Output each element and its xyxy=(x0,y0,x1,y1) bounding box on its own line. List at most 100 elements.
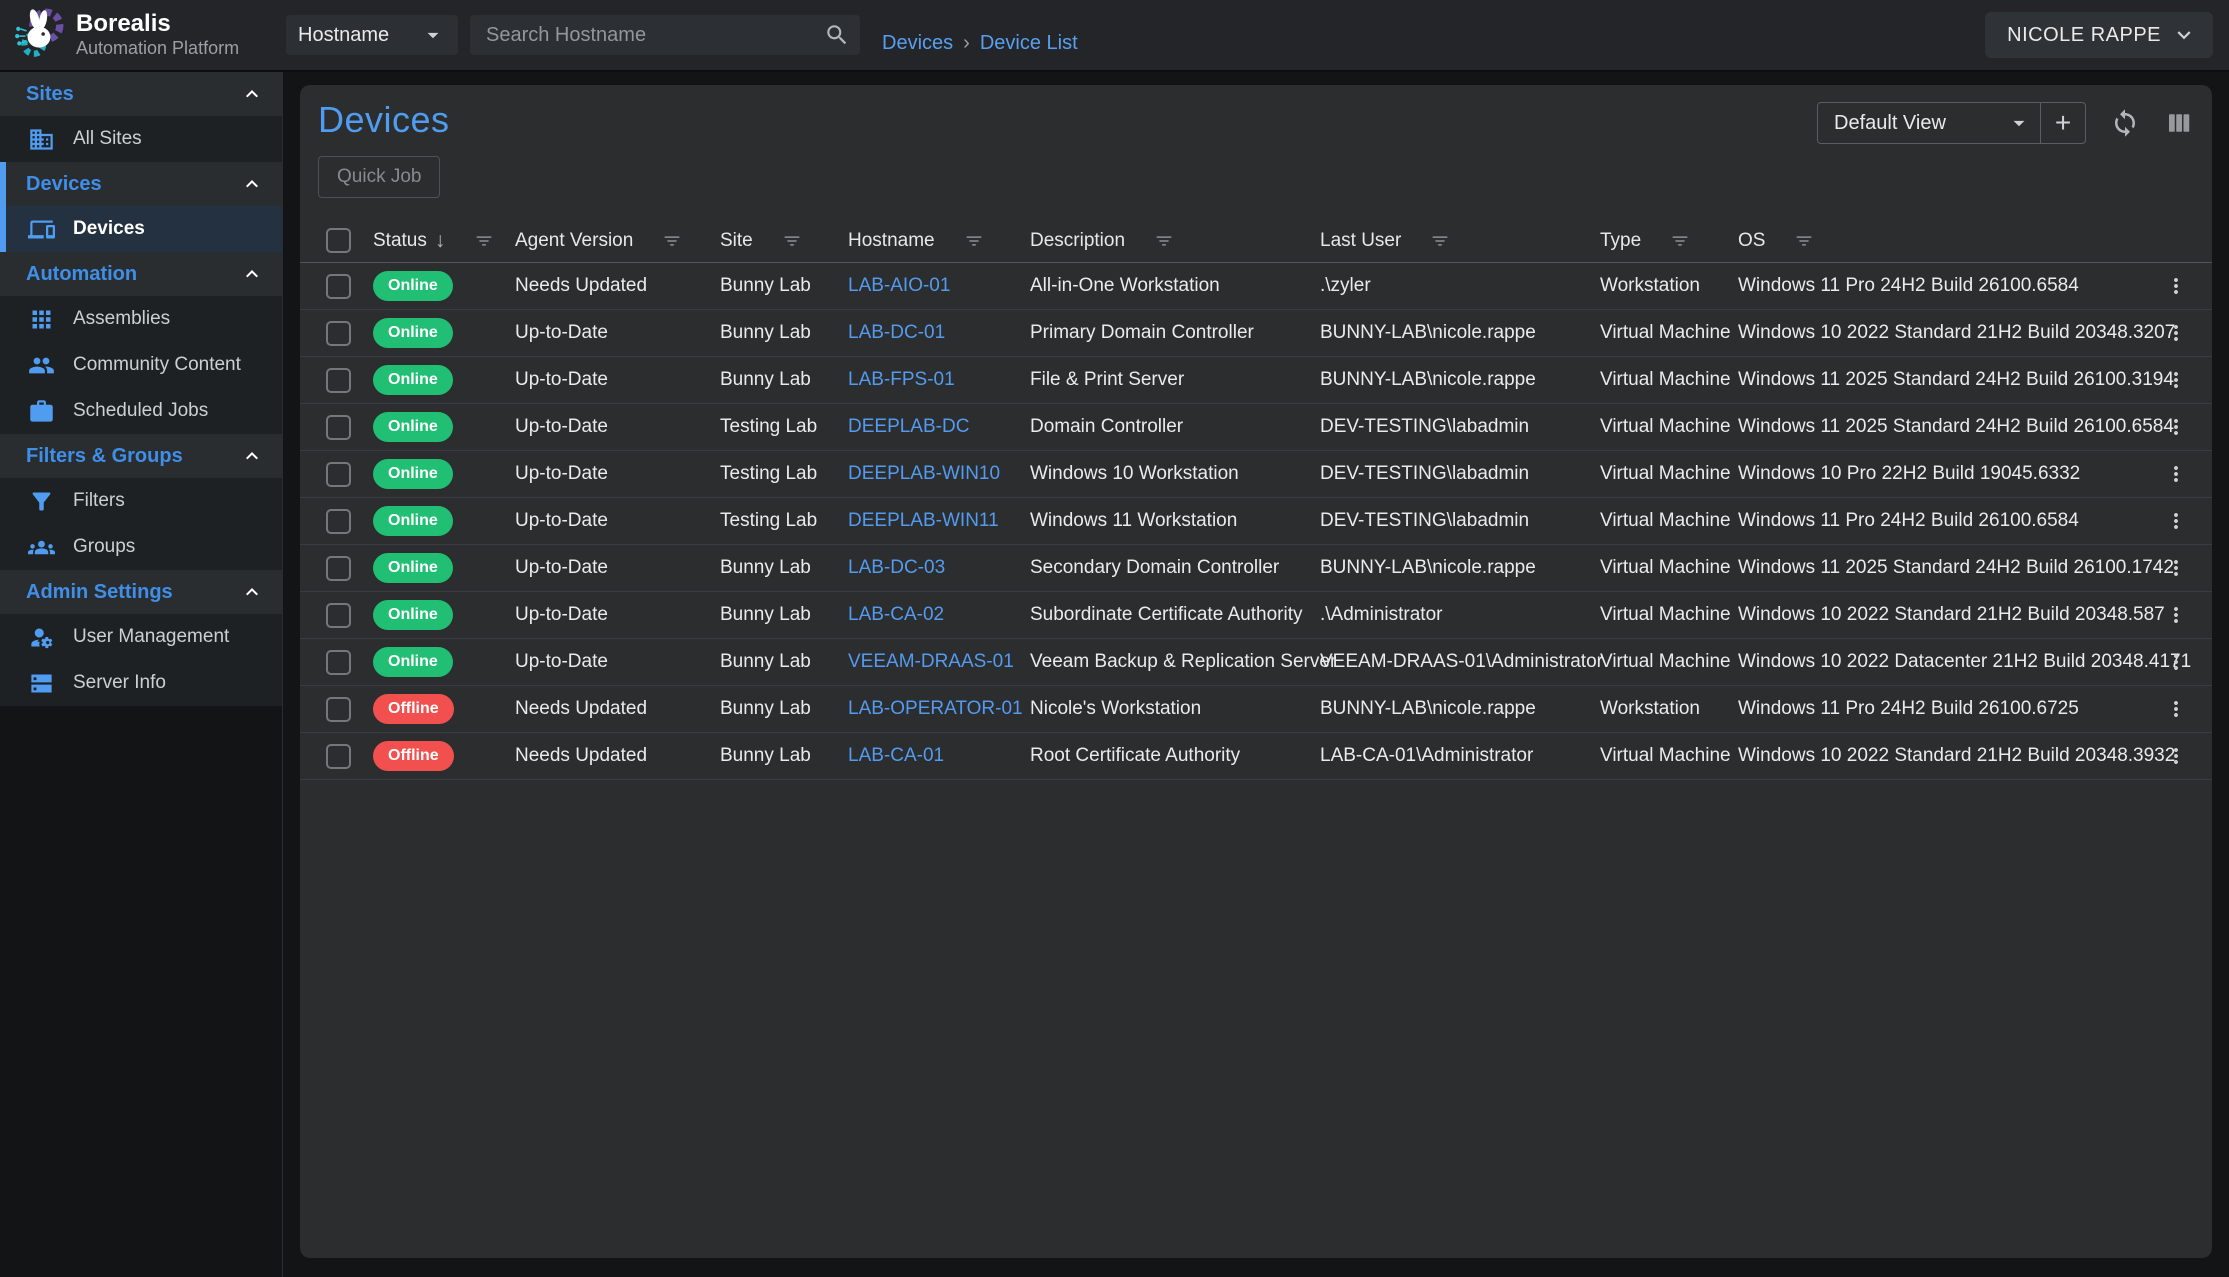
brand-title: Borealis xyxy=(76,11,239,37)
hostname-link[interactable]: DEEPLAB-DC xyxy=(848,416,969,437)
sidebar-section-filters-groups[interactable]: Filters & Groups xyxy=(0,434,282,478)
column-header-site[interactable]: Site xyxy=(720,230,848,252)
table-row[interactable]: OnlineNeeds UpdatedBunny LabLAB-AIO-01Al… xyxy=(300,263,2212,310)
row-checkbox[interactable] xyxy=(326,744,351,769)
type-cell: Virtual Machine xyxy=(1600,604,1738,626)
add-view-button[interactable]: + xyxy=(2040,102,2086,144)
column-header-os[interactable]: OS xyxy=(1738,230,2140,252)
sidebar-section-automation[interactable]: Automation xyxy=(0,252,282,296)
breadcrumb-device-list[interactable]: Device List xyxy=(980,32,1078,55)
hostname-link[interactable]: LAB-DC-01 xyxy=(848,322,945,343)
hostname-link[interactable]: LAB-FPS-01 xyxy=(848,369,955,390)
table-row[interactable]: OnlineUp-to-DateBunny LabVEEAM-DRAAS-01V… xyxy=(300,639,2212,686)
hostname-cell: LAB-FPS-01 xyxy=(848,369,1030,391)
row-checkbox[interactable] xyxy=(326,462,351,487)
search-icon[interactable] xyxy=(824,22,850,48)
table-row[interactable]: OnlineUp-to-DateBunny LabLAB-DC-03Second… xyxy=(300,545,2212,592)
column-header-agent-version[interactable]: Agent Version xyxy=(515,230,720,252)
table-row[interactable]: OnlineUp-to-DateBunny LabLAB-CA-02Subord… xyxy=(300,592,2212,639)
refresh-button[interactable] xyxy=(2110,108,2140,138)
row-menu-button[interactable] xyxy=(2162,742,2190,770)
row-menu-button[interactable] xyxy=(2162,460,2190,488)
os-cell: Windows 10 Pro 22H2 Build 19045.6332 xyxy=(1738,463,2140,485)
column-header-last-user[interactable]: Last User xyxy=(1320,230,1600,252)
sidebar-item-filters[interactable]: Filters xyxy=(0,478,282,524)
row-menu-button[interactable] xyxy=(2162,648,2190,676)
row-checkbox[interactable] xyxy=(326,697,351,722)
user-gear-icon xyxy=(28,624,55,651)
row-menu-button[interactable] xyxy=(2162,554,2190,582)
sidebar-item-server-info[interactable]: Server Info xyxy=(0,660,282,706)
table-row[interactable]: OfflineNeeds UpdatedBunny LabLAB-CA-01Ro… xyxy=(300,733,2212,780)
filter-icon[interactable] xyxy=(661,230,683,252)
filter-icon[interactable] xyxy=(1669,230,1691,252)
description-cell: Domain Controller xyxy=(1030,416,1320,438)
row-checkbox[interactable] xyxy=(326,556,351,581)
breadcrumb-devices[interactable]: Devices xyxy=(882,32,953,55)
filter-icon[interactable] xyxy=(473,230,495,252)
hostname-link[interactable]: DEEPLAB-WIN10 xyxy=(848,463,1000,484)
filter-icon[interactable] xyxy=(1793,230,1815,252)
row-menu-button[interactable] xyxy=(2162,319,2190,347)
table-row[interactable]: OnlineUp-to-DateTesting LabDEEPLAB-DCDom… xyxy=(300,404,2212,451)
column-header-status[interactable]: Status↓ xyxy=(373,230,515,252)
hostname-link[interactable]: LAB-OPERATOR-01 xyxy=(848,698,1023,719)
column-header-hostname[interactable]: Hostname xyxy=(848,230,1030,252)
briefcase-icon xyxy=(28,398,55,425)
hostname-link[interactable]: VEEAM-DRAAS-01 xyxy=(848,651,1014,672)
filter-icon[interactable] xyxy=(1153,230,1175,252)
search-input[interactable] xyxy=(484,23,824,48)
hostname-link[interactable]: LAB-AIO-01 xyxy=(848,275,950,296)
table-row[interactable]: OnlineUp-to-DateTesting LabDEEPLAB-WIN10… xyxy=(300,451,2212,498)
sidebar-item-user-management[interactable]: User Management xyxy=(0,614,282,660)
row-menu-button[interactable] xyxy=(2162,695,2190,723)
table-row[interactable]: OnlineUp-to-DateTesting LabDEEPLAB-WIN11… xyxy=(300,498,2212,545)
row-checkbox[interactable] xyxy=(326,274,351,299)
row-menu-button[interactable] xyxy=(2162,272,2190,300)
column-header-description[interactable]: Description xyxy=(1030,230,1320,252)
sidebar-item-label: Community Content xyxy=(73,354,241,376)
table-row[interactable]: OfflineNeeds UpdatedBunny LabLAB-OPERATO… xyxy=(300,686,2212,733)
filter-icon[interactable] xyxy=(963,230,985,252)
row-checkbox[interactable] xyxy=(326,415,351,440)
hostname-link[interactable]: LAB-DC-03 xyxy=(848,557,945,578)
last-user-cell: VEEAM-DRAAS-01\Administrator xyxy=(1320,651,1600,673)
agent-version-cell: Up-to-Date xyxy=(515,322,720,344)
row-menu-button[interactable] xyxy=(2162,601,2190,629)
sidebar-item-scheduled-jobs[interactable]: Scheduled Jobs xyxy=(0,388,282,434)
funnel-icon xyxy=(28,488,55,515)
sidebar-item-community-content[interactable]: Community Content xyxy=(0,342,282,388)
filter-icon[interactable] xyxy=(781,230,803,252)
row-menu-button[interactable] xyxy=(2162,507,2190,535)
table-row[interactable]: OnlineUp-to-DateBunny LabLAB-DC-01Primar… xyxy=(300,310,2212,357)
row-menu-button[interactable] xyxy=(2162,366,2190,394)
column-header-type[interactable]: Type xyxy=(1600,230,1738,252)
search-column-select[interactable]: Hostname xyxy=(286,15,458,55)
row-checkbox[interactable] xyxy=(326,368,351,393)
hostname-link[interactable]: LAB-CA-01 xyxy=(848,745,944,766)
sidebar-section-sites[interactable]: Sites xyxy=(0,72,282,116)
sidebar-item-groups[interactable]: Groups xyxy=(0,524,282,570)
user-menu-button[interactable]: NICOLE RAPPE xyxy=(1985,12,2213,58)
hostname-link[interactable]: LAB-CA-02 xyxy=(848,604,944,625)
row-checkbox[interactable] xyxy=(326,509,351,534)
sidebar-item-devices[interactable]: Devices xyxy=(0,206,282,252)
row-checkbox[interactable] xyxy=(326,321,351,346)
select-all-checkbox[interactable] xyxy=(326,228,351,253)
sidebar-item-assemblies[interactable]: Assemblies xyxy=(0,296,282,342)
quick-job-button[interactable]: Quick Job xyxy=(318,156,440,198)
sidebar-item-all-sites[interactable]: All Sites xyxy=(0,116,282,162)
view-select[interactable]: Default View xyxy=(1817,102,2041,144)
status-badge: Offline xyxy=(373,694,454,724)
row-checkbox[interactable] xyxy=(326,650,351,675)
filter-icon[interactable] xyxy=(1429,230,1451,252)
sidebar-section-label: Admin Settings xyxy=(26,581,173,604)
hostname-link[interactable]: DEEPLAB-WIN11 xyxy=(848,510,999,531)
sidebar-section-admin-settings[interactable]: Admin Settings xyxy=(0,570,282,614)
row-menu-button[interactable] xyxy=(2162,413,2190,441)
table-row[interactable]: OnlineUp-to-DateBunny LabLAB-FPS-01File … xyxy=(300,357,2212,404)
row-checkbox[interactable] xyxy=(326,603,351,628)
sidebar-section-devices[interactable]: Devices xyxy=(0,162,282,206)
last-user-cell: BUNNY-LAB\nicole.rappe xyxy=(1320,557,1600,579)
columns-button[interactable] xyxy=(2164,108,2194,138)
